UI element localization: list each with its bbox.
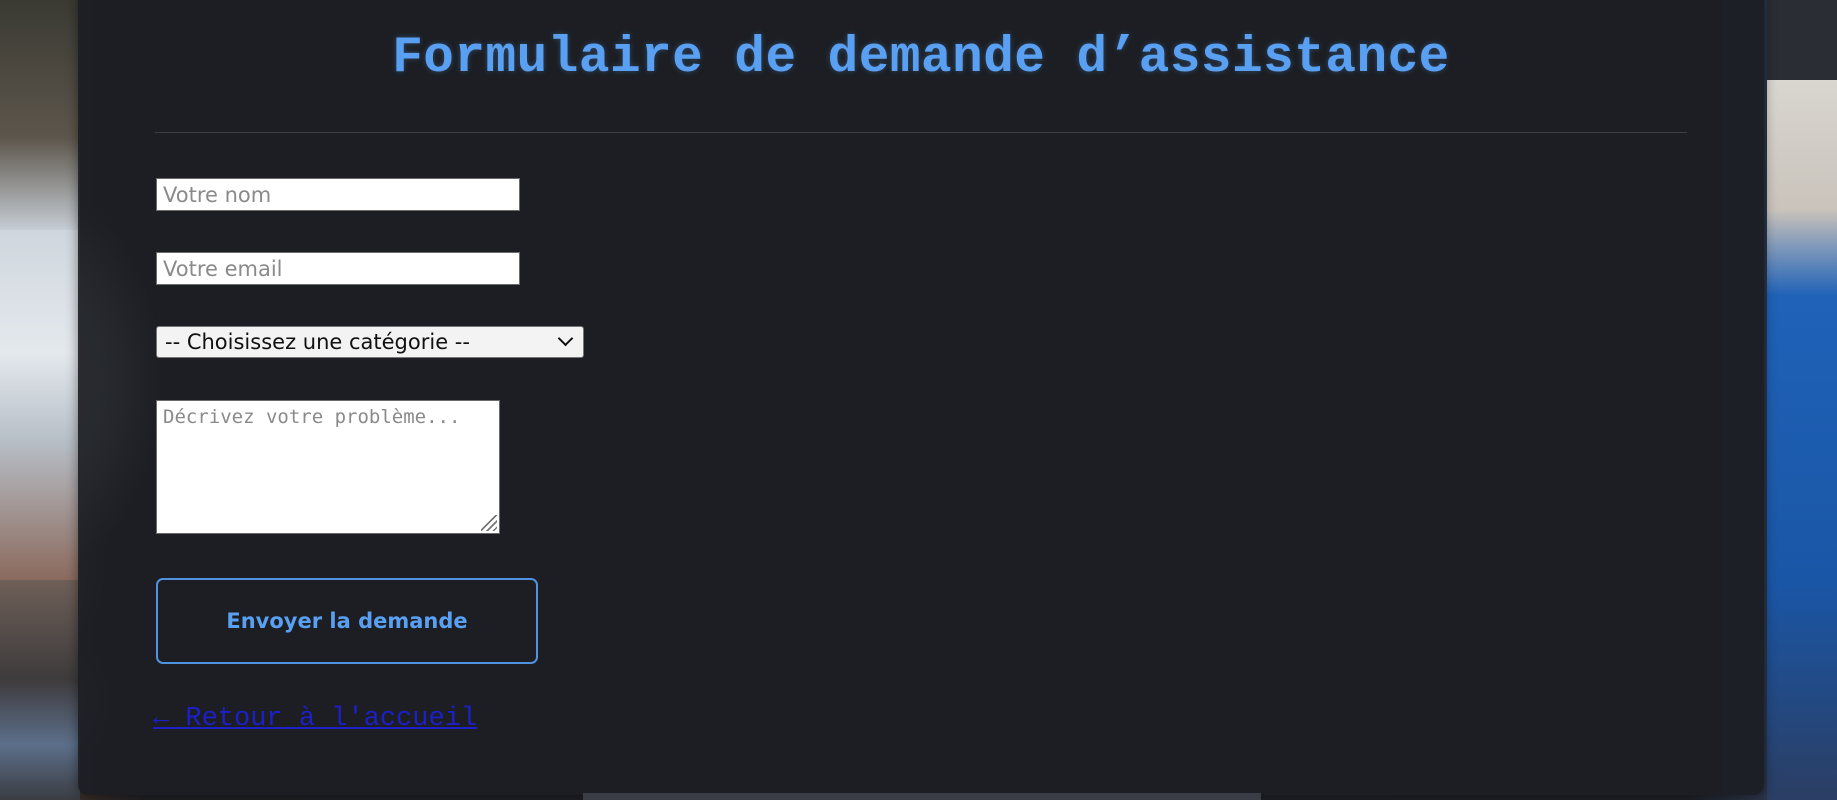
email-input[interactable] — [156, 252, 520, 285]
support-form-card: Formulaire de demande d’assistance -- Ch… — [78, 0, 1764, 795]
description-textarea[interactable]: Décrivez votre problème... — [156, 400, 500, 534]
back-home-link[interactable]: ← Retour à l'accueil — [153, 704, 477, 734]
background-photo-right-top — [1767, 0, 1837, 82]
background-photo-left-mid — [0, 230, 80, 580]
category-select[interactable]: -- Choisissez une catégorie -- — [156, 326, 584, 358]
scrollbar[interactable] — [583, 793, 1261, 800]
background-photo-left-top — [0, 0, 80, 230]
background-photo-right — [1767, 80, 1837, 800]
submit-button[interactable]: Envoyer la demande — [156, 578, 538, 664]
submit-button-label: Envoyer la demande — [226, 608, 468, 633]
page-title: Formulaire de demande d’assistance — [392, 30, 1450, 87]
background-photo-left-bottom — [0, 580, 80, 800]
resize-handle-icon[interactable] — [481, 515, 497, 531]
name-input[interactable] — [156, 178, 520, 211]
chevron-down-icon — [557, 330, 574, 347]
description-placeholder: Décrivez votre problème... — [163, 406, 461, 428]
title-divider — [155, 132, 1687, 133]
category-select-value: -- Choisissez une catégorie -- — [165, 330, 470, 354]
